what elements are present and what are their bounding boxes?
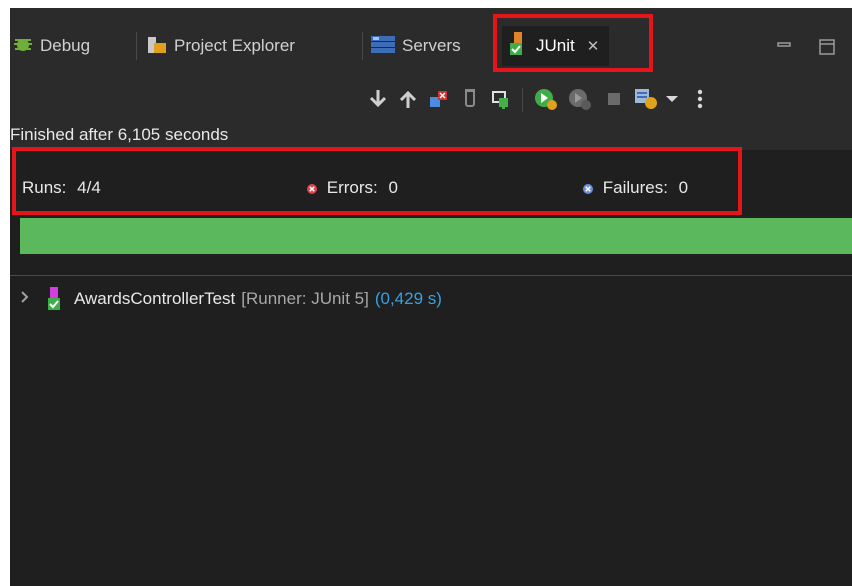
errors-value: 0 <box>388 178 398 197</box>
chevron-down-icon[interactable] <box>658 84 686 114</box>
project-explorer-icon <box>146 33 168 60</box>
stop-icon[interactable] <box>600 84 628 114</box>
junit-view-panel: Debug Project Explorer Servers JUnit ✕ F… <box>10 8 852 586</box>
minimize-icon[interactable] <box>776 38 792 56</box>
servers-icon <box>370 33 396 60</box>
show-failures-only-icon[interactable] <box>424 84 452 114</box>
test-tree-row[interactable]: AwardsControllerTest [Runner: JUnit 5] (… <box>20 284 442 314</box>
failures-counter: Failures: 0 <box>582 178 688 198</box>
bug-icon <box>12 33 34 60</box>
errors-label: Errors: <box>326 178 378 197</box>
error-icon <box>306 178 327 197</box>
failure-icon <box>582 178 603 197</box>
skipped-tests-icon[interactable] <box>456 84 484 114</box>
tab-label: Debug <box>40 36 91 55</box>
tab-project-explorer[interactable]: Project Explorer <box>146 30 295 62</box>
toolbar-separator <box>522 88 523 112</box>
junit-icon <box>508 31 530 62</box>
test-run-history-icon[interactable] <box>632 84 660 114</box>
test-class-name: AwardsControllerTest <box>74 289 236 308</box>
runs-label: Runs: <box>22 178 67 197</box>
tab-separator <box>136 32 137 60</box>
tab-debug[interactable]: Debug <box>12 30 90 62</box>
pane-divider[interactable] <box>10 275 852 276</box>
test-duration: (0,429 s) <box>374 289 442 308</box>
failures-value: 0 <box>678 178 689 197</box>
chevron-right-icon[interactable] <box>20 290 46 309</box>
runs-counter: Runs: 4/4 <box>22 178 101 198</box>
tab-junit[interactable]: JUnit ✕ <box>502 26 610 66</box>
status-message: Finished after 6,105 seconds <box>10 120 852 150</box>
view-tab-bar: Debug Project Explorer Servers JUnit ✕ <box>10 8 852 80</box>
test-class-icon <box>46 286 68 312</box>
close-icon[interactable]: ✕ <box>587 37 600 55</box>
tab-servers[interactable]: Servers <box>370 30 461 62</box>
tab-label: Servers <box>402 36 461 55</box>
next-failure-icon[interactable] <box>364 84 392 114</box>
scroll-lock-icon[interactable] <box>486 84 514 114</box>
tab-separator <box>362 32 363 60</box>
previous-failure-icon[interactable] <box>394 84 422 114</box>
tab-label: JUnit <box>536 36 575 55</box>
tab-label: Project Explorer <box>174 36 295 55</box>
runs-value: 4/4 <box>77 178 101 197</box>
junit-toolbar <box>10 80 852 120</box>
test-runner: [Runner: JUnit 5] <box>241 289 369 308</box>
test-counters: Runs: 4/4 Errors: 0 Failures: 0 <box>18 156 744 214</box>
screenshot-frame: Debug Project Explorer Servers JUnit ✕ F… <box>0 0 852 586</box>
test-progress-bar <box>20 218 852 254</box>
errors-counter: Errors: 0 <box>306 178 398 198</box>
failures-label: Failures: <box>602 178 668 197</box>
maximize-icon[interactable] <box>818 38 836 61</box>
rerun-test-icon[interactable] <box>532 84 560 114</box>
view-menu-icon[interactable] <box>686 84 714 114</box>
rerun-failures-first-icon[interactable] <box>566 84 594 114</box>
